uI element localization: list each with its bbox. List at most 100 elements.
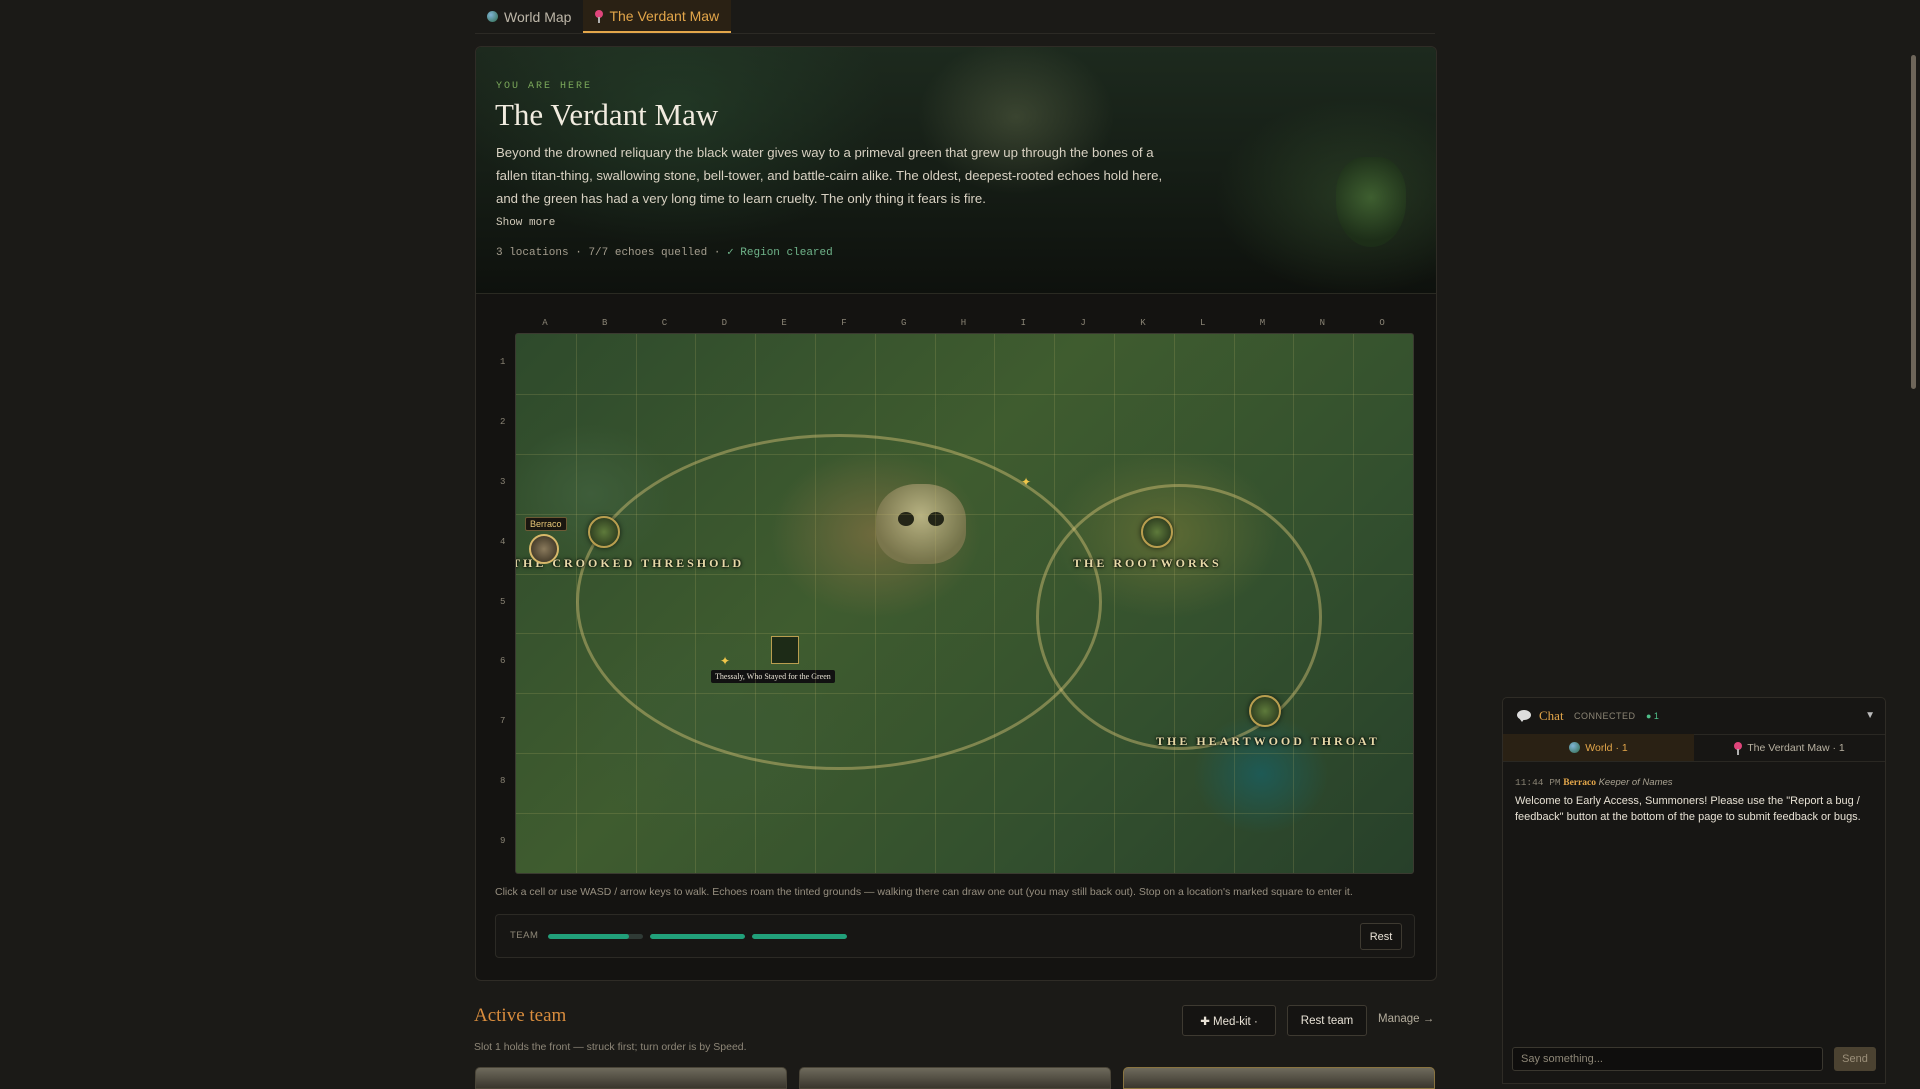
- map-column-label: E: [781, 318, 787, 328]
- region-title: The Verdant Maw: [495, 97, 719, 132]
- location-marker-rootworks[interactable]: [1141, 516, 1173, 548]
- chat-message: 11:44 PM Berraco Keeper of Names Welcome…: [1515, 775, 1875, 825]
- rest-team-button[interactable]: Rest team: [1287, 1005, 1367, 1036]
- grid-line: [635, 334, 637, 873]
- team-member-hp: [752, 934, 847, 939]
- map-row-label: 4: [500, 536, 506, 547]
- message-text: Welcome to Early Access, Summoners! Plea…: [1515, 795, 1861, 823]
- collapse-chat-icon[interactable]: ▼: [1865, 710, 1875, 721]
- hp-fill: [752, 934, 847, 939]
- show-more-link[interactable]: Show more: [496, 217, 555, 229]
- map-row-label: 3: [500, 476, 506, 487]
- grid-line: [516, 813, 1413, 815]
- grid-line: [516, 753, 1413, 755]
- npc-marker[interactable]: [771, 636, 799, 664]
- team-member-card[interactable]: [799, 1067, 1111, 1089]
- chat-input[interactable]: [1512, 1047, 1823, 1071]
- grid-line: [815, 334, 816, 873]
- chat-bubble-icon: [1517, 710, 1531, 722]
- team-member-card[interactable]: [475, 1067, 787, 1089]
- team-member-card[interactable]: [1123, 1067, 1435, 1089]
- map-column-label: M: [1259, 318, 1266, 328]
- map-row-label: 2: [500, 416, 506, 427]
- chat-tab-label: World · 1: [1585, 741, 1628, 754]
- tab-label: World Map: [504, 8, 572, 25]
- map-row-label: 1: [500, 356, 506, 367]
- chat-tab-label: The Verdant Maw · 1: [1747, 741, 1845, 754]
- location-marker-heartwood-throat[interactable]: [1249, 695, 1281, 727]
- grid-line: [1293, 334, 1295, 873]
- map-row-label: 5: [500, 596, 506, 607]
- rest-button[interactable]: Rest: [1360, 923, 1402, 950]
- grid-line: [994, 334, 996, 873]
- page-scrollbar[interactable]: [1911, 55, 1916, 389]
- grid-line: [1054, 334, 1056, 873]
- pin-icon: [595, 9, 604, 23]
- message-time: 11:44 PM: [1515, 777, 1561, 788]
- region-map[interactable]: ✦ ✦ THE CROOKED THRESHOLD THE ROOTWORKS …: [515, 333, 1414, 874]
- team-label: TEAM: [510, 930, 539, 941]
- chat-tab-world[interactable]: World · 1: [1503, 734, 1694, 761]
- map-column-label: G: [900, 318, 907, 328]
- message-author-role: Keeper of Names: [1598, 777, 1673, 788]
- pin-icon: [1734, 741, 1743, 755]
- map-row-label: 6: [500, 656, 506, 667]
- map-column-label: K: [1140, 318, 1146, 328]
- team-member-hp: [548, 934, 643, 939]
- map-column-label: J: [1080, 318, 1086, 328]
- map-row-label: 8: [500, 776, 506, 787]
- location-label-heartwood-throat: THE HEARTWOOD THROAT: [1156, 734, 1380, 748]
- active-team-title: Active team: [474, 1005, 567, 1026]
- map-row-label: 9: [500, 836, 506, 847]
- grid-line: [516, 453, 1413, 455]
- chat-header: Chat CONNECTED ● 1 ▼: [1503, 698, 1885, 735]
- message-meta: 11:44 PM Berraco Keeper of Names: [1515, 775, 1875, 791]
- map-column-label: O: [1379, 318, 1385, 328]
- grid-line: [1114, 334, 1115, 873]
- active-team-subtitle: Slot 1 holds the front — struck first; t…: [474, 1041, 747, 1053]
- map-column-label: H: [960, 318, 967, 328]
- connection-status: CONNECTED: [1574, 711, 1636, 721]
- grid-line: [516, 513, 1413, 515]
- chat-tab-verdant-maw[interactable]: The Verdant Maw · 1: [1694, 734, 1885, 761]
- location-label-rootworks: THE ROOTWORKS: [1073, 556, 1222, 570]
- grid-line: [755, 334, 757, 873]
- map-row-label: 7: [500, 716, 506, 727]
- map-column-label: L: [1199, 318, 1206, 328]
- map-column-label: C: [661, 318, 668, 328]
- chat-title: Chat: [1539, 708, 1564, 723]
- player-name-tag: Berraco: [525, 517, 567, 531]
- echo-star-icon: ✦: [1021, 475, 1032, 489]
- location-marker-crooked-threshold[interactable]: [588, 516, 620, 548]
- map-column-label: I: [1020, 318, 1026, 328]
- team-health-bar: TEAM Rest: [495, 914, 1415, 958]
- map-column-label: A: [542, 318, 548, 328]
- hp-fill: [650, 934, 745, 939]
- online-count: ● 1: [1646, 711, 1659, 721]
- region-meta: 3 locations · 7/7 echoes quelled · ✓ Reg…: [496, 247, 833, 259]
- grid-line: [516, 573, 1413, 575]
- team-member-hp: [650, 934, 745, 939]
- message-author[interactable]: Berraco: [1563, 778, 1596, 788]
- region-emblem-icon: [1336, 157, 1406, 247]
- medkit-button[interactable]: ✚ Med-kit ·: [1182, 1005, 1276, 1036]
- echo-star-icon: ✦: [720, 654, 731, 668]
- manage-team-link[interactable]: Manage →: [1378, 1013, 1434, 1025]
- you-are-here-label: YOU ARE HERE: [496, 81, 593, 92]
- titan-skull-landmark: [876, 484, 966, 564]
- grid-line: [1173, 334, 1175, 873]
- player-avatar[interactable]: [529, 534, 559, 564]
- grid-line: [695, 334, 697, 873]
- region-description: Beyond the drowned reliquary the black w…: [496, 145, 1163, 206]
- chat-panel: Chat CONNECTED ● 1 ▼ World · 1 The Verda…: [1502, 697, 1886, 1084]
- tab-world-map[interactable]: World Map: [475, 0, 583, 33]
- send-button[interactable]: Send: [1834, 1047, 1876, 1071]
- map-column-label: D: [721, 318, 727, 328]
- hp-fill: [548, 934, 629, 939]
- map-column-label: F: [841, 318, 847, 328]
- chat-tabs: World · 1 The Verdant Maw · 1: [1503, 734, 1885, 762]
- grid-line: [516, 633, 1413, 635]
- region-hero: YOU ARE HERE The Verdant Maw Beyond the …: [476, 47, 1436, 294]
- map-column-label: B: [601, 318, 608, 328]
- tab-verdant-maw[interactable]: The Verdant Maw: [583, 0, 732, 33]
